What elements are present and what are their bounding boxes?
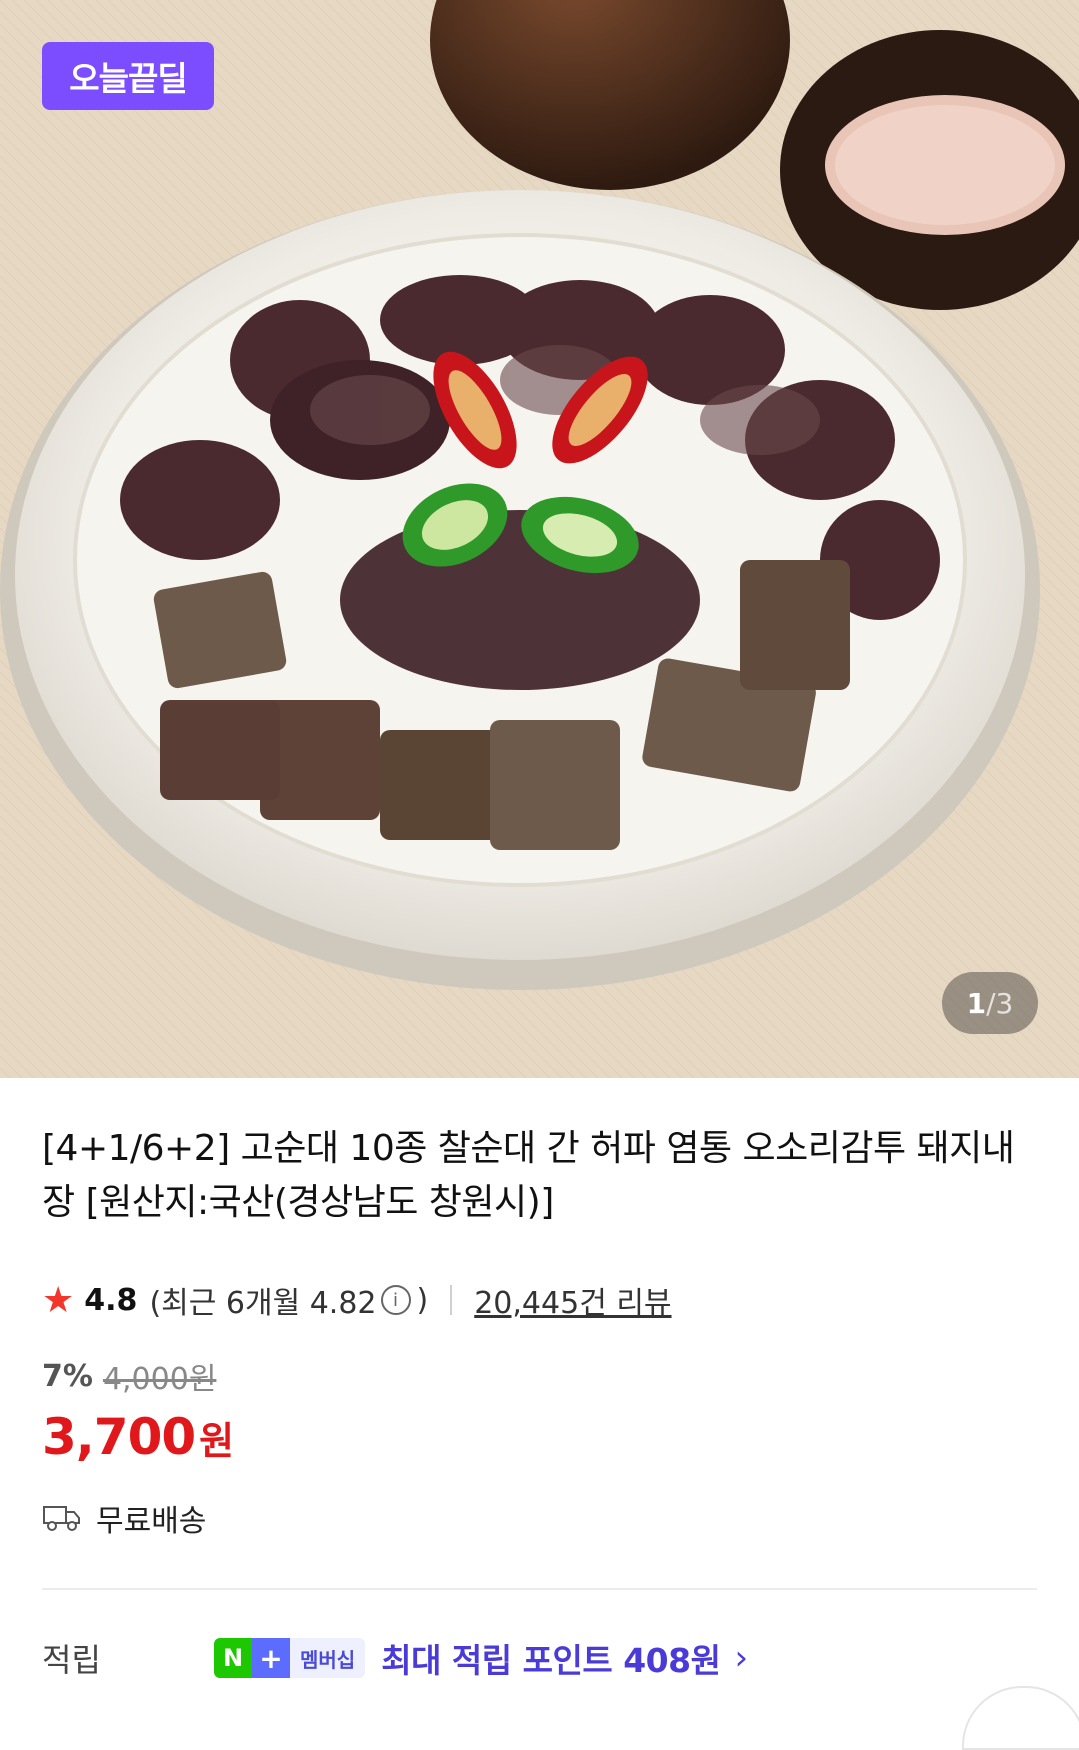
image-pager: 1 / 3 (942, 972, 1038, 1034)
shipping-row: 무료배송 (42, 1494, 206, 1542)
floating-button-edge (962, 1686, 1079, 1750)
points-row[interactable]: 적립 N + 멤버십 최대 적립 포인트 408원 › (42, 1630, 748, 1686)
recent-rating-close: ) (416, 1282, 429, 1318)
discount-rate: 7% (42, 1358, 93, 1394)
rating-row: ★ 4.8 (최근 6개월 4.82 i ) 20,445건 리뷰 (42, 1276, 672, 1324)
shipping-text: 무료배송 (96, 1504, 207, 1539)
chevron-right-icon[interactable]: › (734, 1638, 748, 1678)
product-title: [4+1/6+2] 고순대 10종 찰순대 간 허파 염통 오소리감투 돼지내장… (42, 1128, 1015, 1223)
sale-price: 3,700 (42, 1408, 196, 1466)
pager-total: 3 (995, 986, 1014, 1020)
reviews-link[interactable]: 20,445건 리뷰 (474, 1278, 671, 1322)
plus-icon: + (252, 1638, 290, 1678)
max-points-text[interactable]: 최대 적립 포인트 408원 (381, 1634, 721, 1682)
naver-n-icon: N (214, 1638, 252, 1678)
star-icon: ★ (42, 1279, 75, 1321)
rating-value: 4.8 (84, 1282, 138, 1318)
price-row: 3,700 원 (42, 1408, 234, 1472)
divider (450, 1285, 453, 1315)
original-price: 4,000원 (102, 1362, 217, 1397)
points-label: 적립 (42, 1641, 101, 1679)
recent-rating: (최근 6개월 4.82 (149, 1286, 377, 1321)
truck-icon (43, 1506, 80, 1531)
naver-membership-badge: N + 멤버십 (214, 1638, 366, 1678)
price-unit: 원 (199, 1419, 235, 1463)
product-image[interactable]: 오늘끝딜 1 / 3 (0, 0, 1079, 1078)
pager-separator: / (986, 986, 996, 1020)
info-icon[interactable]: i (380, 1285, 411, 1315)
membership-label: 멤버십 (290, 1638, 366, 1678)
pager-current: 1 (966, 986, 987, 1020)
discount-row: 7% 4,000원 (42, 1354, 216, 1398)
product-photo (0, 0, 1079, 1078)
deal-badge: 오늘끝딜 (42, 42, 214, 110)
section-divider (42, 1588, 1037, 1590)
